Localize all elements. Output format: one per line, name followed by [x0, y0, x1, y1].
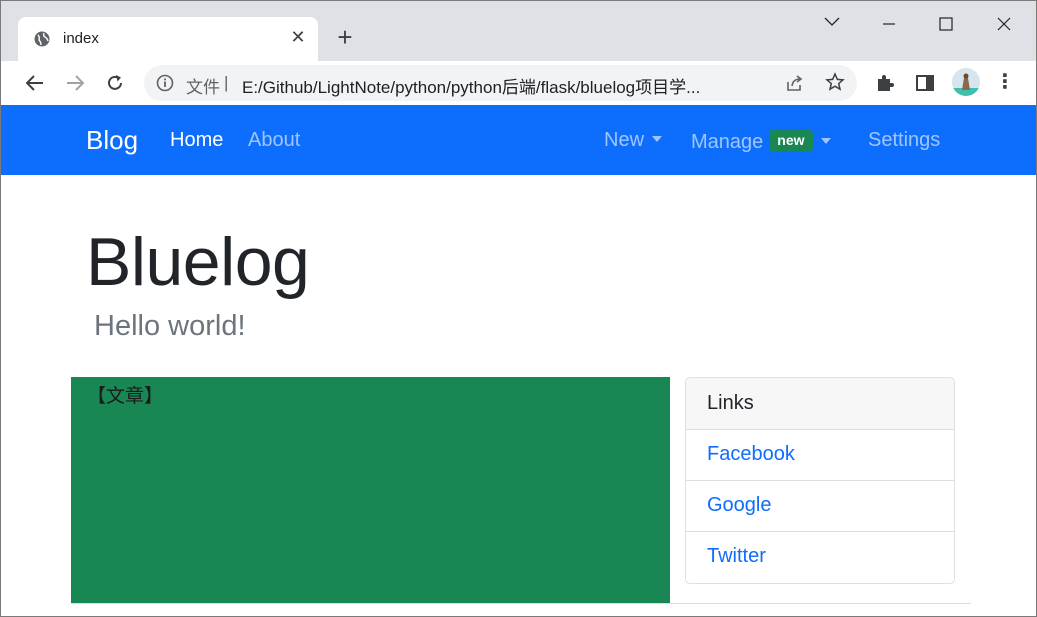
minimize-icon[interactable]	[874, 11, 904, 39]
url-scheme-label: 文件	[186, 78, 220, 97]
forward-icon[interactable]	[61, 69, 89, 97]
url-separator: |	[224, 73, 229, 92]
nav-manage-label: Manage	[691, 130, 764, 153]
profile-avatar[interactable]	[952, 68, 980, 96]
side-panel-icon[interactable]	[913, 71, 937, 95]
more-menu-icon[interactable]: ⋮	[995, 71, 1015, 95]
browser-tab[interactable]: index ✕	[18, 17, 318, 61]
navbar-brand[interactable]: Blog	[86, 125, 138, 156]
caret-down-icon	[820, 137, 831, 144]
nav-about[interactable]: About	[248, 129, 300, 152]
links-card-header: Links	[686, 378, 954, 430]
link-twitter[interactable]: Twitter	[686, 532, 954, 583]
nav-new-label: New	[604, 129, 645, 151]
tab-search-chevron-icon[interactable]	[817, 11, 847, 39]
nav-home[interactable]: Home	[170, 129, 223, 152]
link-google[interactable]: Google	[686, 481, 954, 532]
close-tab-icon[interactable]: ✕	[288, 27, 308, 47]
address-bar[interactable]: 文件 | E:/Github/LightNote/python/python后端…	[144, 65, 857, 101]
content-divider	[71, 603, 971, 604]
page-title: Bluelog	[86, 224, 310, 300]
articles-section: 【文章】	[71, 377, 670, 604]
tab-strip: index ✕ +	[1, 1, 1036, 61]
nav-settings[interactable]: Settings	[868, 129, 940, 152]
site-navbar: Blog Home About New Manage new Settings	[1, 105, 1036, 175]
url-text[interactable]: E:/Github/LightNote/python/python后端/flas…	[242, 73, 700, 98]
links-card: Links Facebook Google Twitter	[685, 377, 955, 584]
manage-new-badge: new	[769, 129, 813, 152]
browser-window: index ✕ + 文件 | E:/Github/LightNote/pytho…	[0, 0, 1037, 617]
web-page: Blog Home About New Manage new Settings B…	[1, 105, 1036, 616]
page-subtitle: Hello world!	[94, 310, 246, 342]
browser-toolbar: 文件 | E:/Github/LightNote/python/python后端…	[1, 61, 1036, 105]
bookmark-star-icon[interactable]	[825, 72, 845, 92]
nav-new-dropdown[interactable]: New	[604, 129, 663, 152]
caret-down-icon	[652, 135, 663, 142]
extensions-puzzle-icon[interactable]	[873, 71, 897, 95]
link-facebook[interactable]: Facebook	[686, 430, 954, 481]
reload-icon[interactable]	[101, 69, 129, 97]
share-icon[interactable]	[785, 73, 805, 93]
close-window-icon[interactable]	[989, 11, 1019, 39]
globe-icon	[34, 31, 50, 47]
new-tab-icon[interactable]: +	[333, 24, 357, 50]
tab-title: index	[63, 30, 99, 47]
info-icon[interactable]	[156, 74, 174, 92]
maximize-icon[interactable]	[931, 11, 961, 39]
nav-manage-dropdown[interactable]: Manage new	[691, 129, 831, 156]
articles-section-label: 【文章】	[87, 385, 164, 407]
back-icon[interactable]	[21, 69, 49, 97]
